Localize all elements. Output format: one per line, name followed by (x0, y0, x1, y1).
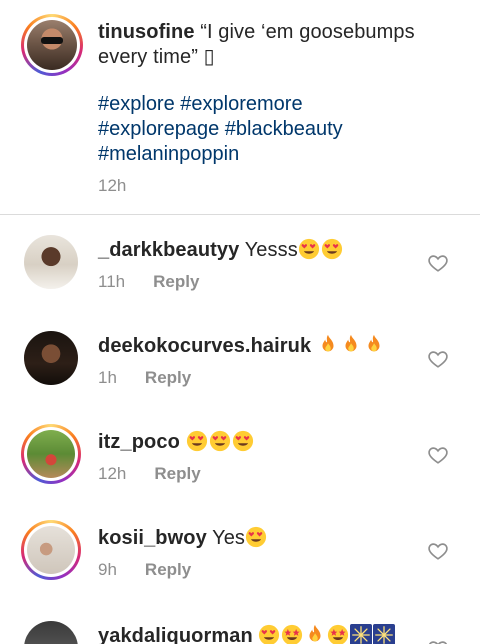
caption-hashtags: #explore #exploremore #explorepage #blac… (98, 92, 343, 167)
caption-timestamp: 12h (98, 176, 127, 195)
comment-text: kosii_bwoy Yes (98, 526, 428, 551)
hashtag-line[interactable]: #explorepage #blackbeauty (98, 117, 343, 142)
comment-username[interactable]: kosii_bwoy (98, 527, 207, 549)
comment-text: itz_poco (98, 430, 428, 455)
caption-text-line1: “I give ‘em goosebumps (200, 21, 415, 43)
like-heart-icon[interactable] (427, 252, 449, 274)
comment-username[interactable]: _darkkbeautyy (98, 239, 239, 261)
like-heart-icon[interactable] (427, 444, 449, 466)
comment-meta: 9h Reply (98, 560, 191, 580)
heart-eyes-emoji-icon (298, 238, 320, 260)
fireworks-emoji-icon (350, 624, 372, 644)
hashtag-line[interactable]: #melaninpoppin (98, 142, 343, 167)
comment-avatar[interactable] (24, 621, 78, 644)
divider (0, 214, 480, 215)
fire-emoji-icon (340, 334, 362, 356)
comment-avatar[interactable] (24, 235, 78, 289)
like-heart-icon[interactable] (427, 540, 449, 562)
star-struck-emoji-icon (281, 624, 303, 644)
comment-meta: 1h Reply (98, 368, 191, 388)
comment-body: Yes (212, 527, 246, 549)
caption-avatar[interactable] (21, 14, 83, 76)
heart-eyes-emoji-icon (186, 430, 208, 452)
heart-eyes-emoji-icon (258, 624, 280, 644)
comment-text: yakdaliquorman (98, 624, 428, 644)
comment-text: deekokocurves.hairuk (98, 334, 428, 359)
comment-timestamp: 11h (98, 272, 126, 291)
comment-username[interactable]: deekokocurves.hairuk (98, 335, 311, 357)
heart-eyes-emoji-icon (321, 238, 343, 260)
fire-emoji-icon (317, 334, 339, 356)
comment-timestamp: 12h (98, 464, 127, 483)
fire-emoji-icon (304, 624, 326, 644)
comment-timestamp: 1h (98, 368, 117, 387)
comment-timestamp: 9h (98, 560, 117, 579)
heart-eyes-emoji-icon (245, 526, 267, 548)
reply-button[interactable]: Reply (145, 560, 191, 579)
comment-username[interactable]: yakdaliquorman (98, 625, 253, 644)
fire-emoji-icon (363, 334, 385, 356)
comment-meta: 12h Reply (98, 464, 201, 484)
reply-button[interactable]: Reply (154, 464, 200, 483)
comment-body: Yesss (244, 239, 298, 261)
post-caption: tinusofine “I give ‘em goosebumps every … (0, 0, 480, 214)
comment-avatar[interactable] (21, 424, 81, 484)
reply-button[interactable]: Reply (145, 368, 191, 387)
hashtag-line[interactable]: #explore #exploremore (98, 92, 343, 117)
heart-eyes-emoji-icon (209, 430, 231, 452)
like-heart-icon[interactable] (427, 638, 449, 644)
reply-button[interactable]: Reply (153, 272, 199, 291)
fireworks-emoji-icon (373, 624, 395, 644)
comment-meta: 11h Reply (98, 272, 199, 292)
like-heart-icon[interactable] (427, 348, 449, 370)
comment-username[interactable]: itz_poco (98, 431, 180, 453)
comment-avatar[interactable] (24, 331, 78, 385)
heart-eyes-emoji-icon (232, 430, 254, 452)
star-struck-emoji-icon (327, 624, 349, 644)
caption-text: tinusofine “I give ‘em goosebumps every … (98, 20, 468, 70)
caption-text-line2: every time” ▯ (98, 46, 215, 68)
comment-avatar[interactable] (21, 520, 81, 580)
caption-username[interactable]: tinusofine (98, 21, 195, 43)
comment-text: _darkkbeautyy Yesss (98, 238, 428, 263)
